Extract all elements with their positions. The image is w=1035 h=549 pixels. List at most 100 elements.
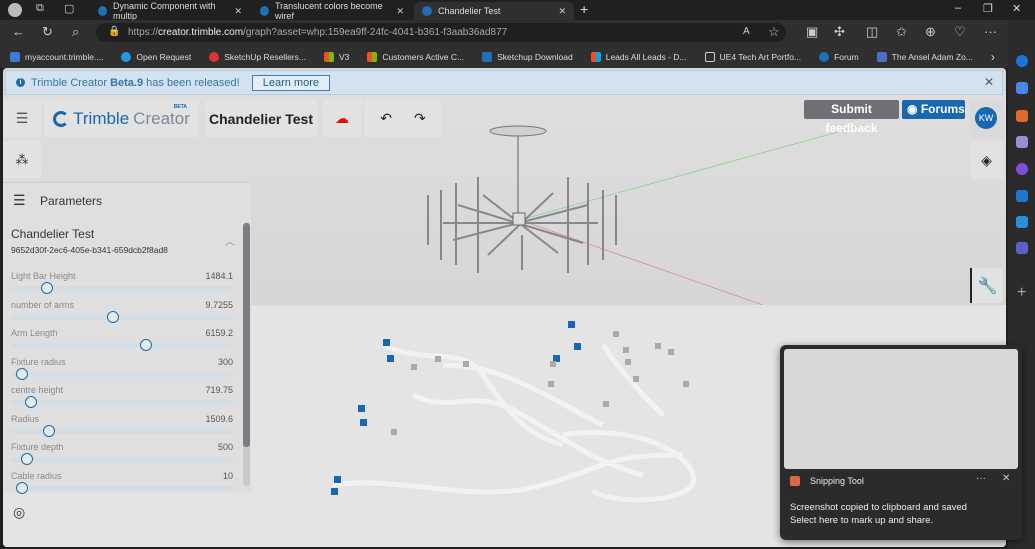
more-icon[interactable]: ··· bbox=[984, 24, 997, 39]
graph-node[interactable] bbox=[683, 381, 689, 387]
favorite-star-icon[interactable]: ☆ bbox=[768, 24, 780, 40]
bookmark[interactable]: UE4 Tech Art Portfo... bbox=[704, 51, 801, 62]
snipping-tool-notification[interactable]: Snipping Tool ··· ✕ Screenshot copied to… bbox=[780, 345, 1022, 540]
new-tab-button[interactable]: + bbox=[580, 1, 588, 17]
close-banner-icon[interactable]: ✕ bbox=[984, 75, 994, 89]
tab-dynamic-component[interactable]: Dynamic Component with multip ✕ bbox=[90, 1, 250, 21]
parameter-value[interactable]: 10 bbox=[223, 471, 233, 481]
parameter-slider[interactable] bbox=[11, 481, 233, 494]
bookmark[interactable]: Forum bbox=[819, 51, 859, 62]
parameter-slider[interactable] bbox=[11, 282, 233, 294]
bookmark[interactable]: The Ansel Adam Zo... bbox=[876, 51, 973, 62]
learn-more-button[interactable]: Learn more bbox=[251, 74, 330, 91]
undo-icon[interactable]: ↶ bbox=[380, 110, 392, 127]
extensions-icon[interactable]: ✣ bbox=[834, 24, 845, 40]
bookmark[interactable]: Customers Active C... bbox=[367, 51, 464, 62]
trimble-creator-logo[interactable]: Trimble Creator BETA bbox=[44, 100, 199, 137]
graph-node[interactable] bbox=[633, 376, 639, 382]
graph-node-selected[interactable] bbox=[360, 419, 367, 426]
sketchup-logo-icon[interactable]: ◎ bbox=[13, 504, 25, 521]
layers-icon[interactable]: ◈ bbox=[970, 141, 1003, 179]
graph-node[interactable] bbox=[623, 347, 629, 353]
graph-node[interactable] bbox=[625, 359, 631, 365]
workspaces-icon[interactable]: ⧉ bbox=[36, 2, 44, 15]
search-icon[interactable] bbox=[1016, 55, 1028, 67]
close-window-button[interactable]: ✕ bbox=[1012, 2, 1021, 15]
parameter-slider[interactable] bbox=[11, 424, 233, 437]
bookmark[interactable]: Sketchup Download bbox=[482, 51, 573, 62]
tab-actions-icon[interactable]: ▢ bbox=[64, 2, 74, 15]
slider-knob[interactable] bbox=[16, 367, 29, 380]
read-aloud-icon[interactable]: A bbox=[743, 26, 750, 37]
outlook-icon[interactable] bbox=[1016, 190, 1028, 202]
panel-scrollbar[interactable] bbox=[243, 223, 250, 486]
collections-icon[interactable]: ⊕ bbox=[925, 24, 936, 40]
wrench-icon[interactable]: 🔧 bbox=[970, 268, 1003, 303]
parameter-value[interactable]: 300 bbox=[218, 357, 233, 367]
parameter-value[interactable]: 719.75 bbox=[205, 385, 233, 395]
refresh-icon[interactable]: ↻ bbox=[42, 24, 53, 40]
submit-feedback-button[interactable]: Submit feedback bbox=[804, 100, 899, 135]
graph-node[interactable] bbox=[435, 356, 441, 362]
forums-button[interactable]: ◉ Forums bbox=[902, 100, 965, 119]
tools-icon[interactable] bbox=[1016, 110, 1028, 122]
scrollbar-thumb[interactable] bbox=[243, 223, 250, 447]
graph-node-selected[interactable] bbox=[574, 343, 581, 350]
cloud-upload-icon[interactable]: ☁ bbox=[323, 100, 361, 137]
lock-icon[interactable]: 🔒 bbox=[108, 26, 120, 37]
search-icon[interactable]: ⌕ bbox=[72, 24, 79, 40]
collapse-chevron-icon[interactable]: ︿ bbox=[225, 233, 235, 248]
parameter-slider[interactable] bbox=[11, 367, 233, 380]
copilot-icon[interactable] bbox=[1016, 163, 1028, 175]
add-icon[interactable]: + bbox=[1017, 284, 1026, 302]
slider-knob[interactable] bbox=[20, 453, 33, 465]
favorites-icon[interactable]: ✩ bbox=[896, 24, 907, 40]
teams-icon[interactable] bbox=[1016, 242, 1028, 254]
graph-node-selected[interactable] bbox=[568, 321, 575, 328]
restore-button[interactable]: ❐ bbox=[983, 2, 993, 15]
bookmark[interactable]: V3 bbox=[323, 51, 349, 62]
parameter-value[interactable]: 1484.1 bbox=[205, 271, 233, 281]
graph-node[interactable] bbox=[613, 331, 619, 337]
close-tab-icon[interactable]: ✕ bbox=[396, 6, 404, 17]
graph-node[interactable] bbox=[548, 381, 554, 387]
bookmark[interactable]: myaccount.trimble.... bbox=[10, 51, 103, 62]
parameter-slider[interactable] bbox=[11, 396, 233, 408]
more-options-icon[interactable]: ··· bbox=[976, 473, 986, 484]
url-input[interactable]: https://creator.trimble.com/graph?asset=… bbox=[96, 23, 786, 42]
graph-node[interactable] bbox=[655, 343, 661, 349]
password-icon[interactable]: ▣ bbox=[806, 24, 818, 40]
graph-node[interactable] bbox=[668, 349, 674, 355]
graph-search-icon[interactable]: ⁂ bbox=[3, 141, 41, 178]
profile-avatar[interactable] bbox=[8, 3, 22, 17]
more-bookmarks-chevron-icon[interactable]: › bbox=[991, 50, 995, 64]
parameter-value[interactable]: 9.7255 bbox=[205, 300, 233, 310]
graph-node-selected[interactable] bbox=[358, 405, 365, 412]
parameter-slider[interactable] bbox=[11, 453, 233, 465]
telegram-icon[interactable] bbox=[1016, 216, 1028, 228]
back-icon[interactable]: ← bbox=[12, 24, 25, 39]
tab-chandelier-test[interactable]: Chandelier Test ✕ bbox=[414, 2, 574, 20]
bookmark[interactable]: Leads All Leads - D... bbox=[590, 51, 687, 62]
shopping-tag-icon[interactable] bbox=[1016, 82, 1028, 94]
bookmark[interactable]: SketchUp Resellers... bbox=[209, 51, 306, 62]
screenshot-thumbnail[interactable] bbox=[784, 349, 1018, 469]
slider-knob[interactable] bbox=[107, 310, 120, 323]
close-notification-icon[interactable]: ✕ bbox=[1002, 473, 1010, 484]
menu-button[interactable]: ☰ bbox=[3, 100, 41, 137]
graph-node[interactable] bbox=[550, 361, 556, 367]
graph-node-selected[interactable] bbox=[383, 339, 390, 346]
graph-node-selected[interactable] bbox=[334, 476, 341, 483]
graph-node[interactable] bbox=[411, 364, 417, 370]
tab-translucent-colors[interactable]: Translucent colors become wiref ✕ bbox=[252, 1, 412, 21]
close-tab-icon[interactable]: ✕ bbox=[234, 6, 242, 17]
games-icon[interactable] bbox=[1016, 136, 1028, 148]
minimize-button[interactable]: – bbox=[955, 2, 961, 14]
graph-node[interactable] bbox=[463, 361, 469, 367]
slider-knob[interactable] bbox=[40, 282, 53, 294]
slider-knob[interactable] bbox=[42, 424, 55, 437]
parameter-slider[interactable] bbox=[11, 339, 233, 351]
graph-node[interactable] bbox=[603, 401, 609, 407]
parameter-slider[interactable] bbox=[11, 310, 233, 323]
slider-knob[interactable] bbox=[24, 396, 37, 408]
